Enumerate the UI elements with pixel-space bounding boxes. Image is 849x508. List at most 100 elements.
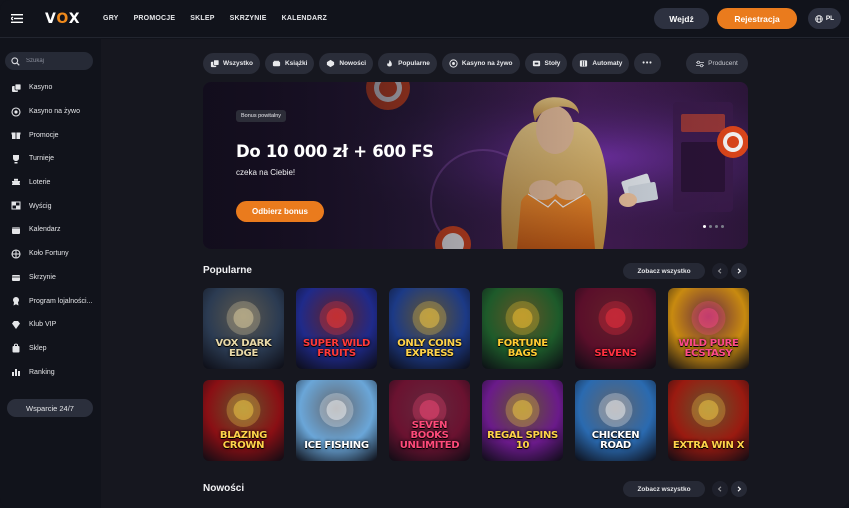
category-filters: Wszystko Książki Nowości Popularne Kasyno na…: [203, 53, 661, 74]
producer-filter-button[interactable]: Producent: [686, 53, 748, 74]
sidebar-item-koło-fortuny[interactable]: Koło Fortuny: [0, 242, 101, 266]
hero-title: Do 10 000 zł + 600 FS: [236, 142, 434, 161]
hero-banner[interactable]: Bonus powitalny Do 10 000 zł + 600 FS cz…: [203, 82, 748, 249]
sidebar-item-loterie[interactable]: Loterie: [0, 171, 101, 195]
game-title: ICE FISHING: [304, 440, 369, 451]
popular-next-arrow[interactable]: [731, 263, 747, 279]
sidebar-item-label: Klub VIP: [29, 321, 57, 329]
nav-item-chests[interactable]: SKRZYNIE: [230, 15, 267, 22]
chevron-right-icon: [737, 268, 742, 274]
category-chip-slots[interactable]: Automaty: [572, 53, 630, 74]
category-chip-label: Wszystko: [223, 60, 253, 67]
claim-bonus-button[interactable]: Odbierz bonus: [236, 201, 324, 222]
sidebar-item-label: Kasyno: [29, 84, 53, 92]
nav-item-shop[interactable]: SKLEP: [190, 15, 214, 22]
calendar-icon: [12, 226, 20, 234]
sidebar-menu: Kasyno Kasyno na żywo Promocje Turnieje Lote…: [0, 76, 101, 384]
main-nav: GRY PROMOCJE SKLEP SKRZYNIE KALENDARZ: [103, 15, 327, 22]
main-content: Wszystko Książki Nowości Popularne Kasyno na…: [101, 39, 849, 508]
nav-item-games[interactable]: GRY: [103, 15, 119, 22]
game-tile[interactable]: BLAZING CROWN: [203, 380, 284, 461]
game-title: FORTUNE BAGS: [497, 338, 548, 359]
register-button[interactable]: Rejestracja: [717, 8, 797, 29]
wheel-icon: [11, 249, 21, 259]
game-tile[interactable]: REGAL SPINS 10: [482, 380, 563, 461]
login-button[interactable]: Wejdź: [654, 8, 709, 29]
popular-section-title: Popularne: [203, 265, 252, 276]
dice-icon: [12, 83, 21, 92]
category-chip-label: Popularne: [398, 60, 430, 67]
sidebar-item-kasyno-na-żywo[interactable]: Kasyno na żywo: [0, 100, 101, 124]
sidebar-item-kalendarz[interactable]: Kalendarz: [0, 218, 101, 242]
hero-artwork: [203, 82, 748, 249]
category-chip-live-casino[interactable]: Kasyno na żywo: [441, 53, 520, 74]
sidebar-item-promocje[interactable]: Promocje: [0, 123, 101, 147]
search-box[interactable]: [5, 52, 93, 70]
game-title: SEVENS: [594, 348, 637, 359]
game-tile[interactable]: EXTRA WIN X: [668, 380, 749, 461]
game-title: VOX DARK EDGE: [215, 338, 272, 359]
game-title: REGAL SPINS 10: [487, 430, 558, 451]
new-see-all-button[interactable]: Zobacz wszystko: [623, 481, 705, 497]
sliders-icon: [696, 60, 705, 67]
support-button[interactable]: Wsparcie 24/7: [7, 399, 93, 417]
game-tile[interactable]: SEVEN BOOKS UNLIMITED: [389, 380, 470, 461]
flag-icon: [11, 201, 21, 210]
game-tile[interactable]: SEVENS: [575, 288, 656, 369]
chevron-right-icon: [737, 486, 742, 492]
popular-see-all-button[interactable]: Zobacz wszystko: [623, 263, 705, 279]
chevron-left-icon: [717, 486, 722, 492]
language-selector[interactable]: PL: [808, 8, 841, 29]
sidebar-item-label: Sklep: [29, 344, 47, 352]
sidebar-item-wyścig[interactable]: Wyścig: [0, 194, 101, 218]
book-icon: [272, 60, 281, 67]
category-chip-popular[interactable]: Popularne: [378, 53, 437, 74]
star-icon: [327, 59, 335, 68]
sidebar-item-klub-vip[interactable]: Klub VIP: [0, 313, 101, 337]
dice-icon: [210, 59, 219, 68]
more-categories-button[interactable]: •••: [634, 53, 661, 74]
search-input[interactable]: [26, 58, 86, 64]
sidebar: Kasyno Kasyno na żywo Promocje Turnieje Lote…: [0, 39, 101, 508]
carousel-dot[interactable]: [721, 225, 724, 228]
game-tile[interactable]: SUPER WILD FRUITS: [296, 288, 377, 369]
game-tile[interactable]: ICE FISHING: [296, 380, 377, 461]
hero-badge: Bonus powitalny: [236, 110, 287, 122]
sidebar-item-skrzynie[interactable]: Skrzynie: [0, 266, 101, 290]
sidebar-item-ranking[interactable]: Ranking: [0, 360, 101, 384]
game-title: BLAZING CROWN: [219, 430, 268, 451]
category-chip-books[interactable]: Książki: [264, 53, 315, 74]
sidebar-item-label: Kalendarz: [29, 226, 61, 234]
sidebar-item-sklep[interactable]: Sklep: [0, 337, 101, 361]
new-prev-arrow[interactable]: [712, 481, 728, 497]
logo[interactable]: VOX: [45, 11, 80, 27]
carousel-dot[interactable]: [715, 225, 718, 228]
game-tile[interactable]: WILD PURE ECSTASY: [668, 288, 749, 369]
chest-icon: [12, 275, 20, 282]
category-chip-label: Książki: [284, 60, 308, 67]
nav-item-promotions[interactable]: PROMOCJE: [134, 15, 176, 22]
sidebar-item-label: Skrzynie: [29, 273, 56, 281]
nav-item-calendar[interactable]: KALENDARZ: [282, 15, 327, 22]
live-icon: [449, 59, 458, 68]
category-chip-tables[interactable]: Stoły: [524, 53, 568, 74]
category-chip-all[interactable]: Wszystko: [203, 53, 260, 74]
new-next-arrow[interactable]: [731, 481, 747, 497]
category-chip-label: Automaty: [592, 60, 623, 67]
sidebar-item-turnieje[interactable]: Turnieje: [0, 147, 101, 171]
game-tile[interactable]: VOX DARK EDGE: [203, 288, 284, 369]
sidebar-item-program-lojalności[interactable]: Program lojalności...: [0, 289, 101, 313]
game-tile[interactable]: ONLY COINS EXPRESS: [389, 288, 470, 369]
game-tile[interactable]: CHICKEN ROAD: [575, 380, 656, 461]
game-tile[interactable]: FORTUNE BAGS: [482, 288, 563, 369]
carousel-dot[interactable]: [703, 225, 706, 228]
sidebar-item-label: Turnieje: [29, 155, 55, 163]
category-chip-new[interactable]: Nowości: [319, 53, 374, 74]
category-chip-label: Kasyno na żywo: [461, 60, 513, 67]
loyalty-icon: [13, 297, 19, 306]
menu-toggle-icon[interactable]: [1, 0, 33, 38]
sidebar-item-kasyno[interactable]: Kasyno: [0, 76, 101, 100]
popular-games-grid: VOX DARK EDGE SUPER WILD FRUITS ONLY COINS…: [203, 288, 749, 461]
carousel-dot[interactable]: [709, 225, 712, 228]
popular-prev-arrow[interactable]: [712, 263, 728, 279]
